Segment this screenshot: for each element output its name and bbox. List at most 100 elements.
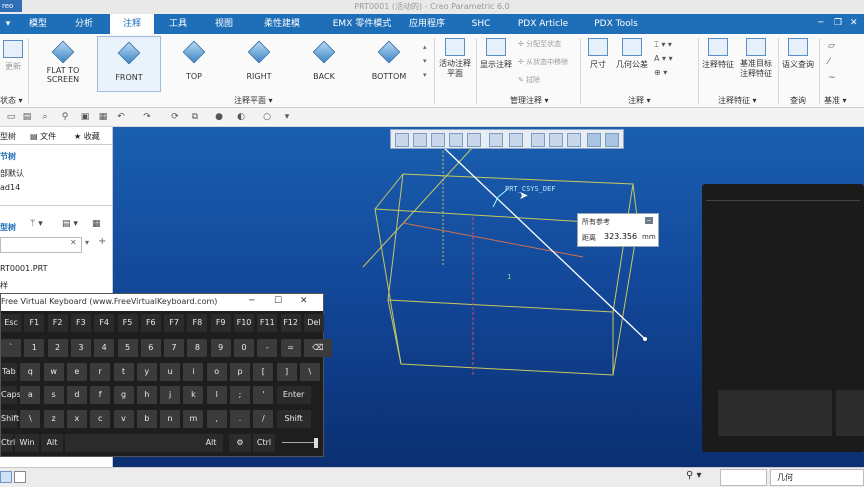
repaint-icon[interactable]: [449, 133, 463, 147]
key[interactable]: \: [20, 410, 41, 428]
key[interactable]: t: [113, 363, 134, 381]
dimension-button[interactable]: 尺寸: [584, 38, 612, 70]
key[interactable]: w: [43, 363, 64, 381]
save-icon[interactable]: ▦: [98, 112, 108, 122]
key[interactable]: z: [43, 410, 64, 428]
update-button[interactable]: 更新: [2, 40, 24, 72]
tree-filter-icon[interactable]: ▦: [92, 219, 101, 229]
customize-icon[interactable]: ▾: [282, 112, 292, 122]
key[interactable]: 9: [210, 339, 231, 357]
root-part-item[interactable]: RT0001.PRT: [0, 264, 47, 273]
toggle-navigator-icon[interactable]: [0, 471, 12, 483]
regenerate-icon[interactable]: ⟳: [170, 112, 180, 122]
key[interactable]: 1: [24, 339, 45, 357]
selection-filter-dropdown[interactable]: 几何: [770, 469, 864, 486]
style-icon[interactable]: ◐: [236, 112, 246, 122]
view-bottom-button[interactable]: BOTTOM: [358, 36, 420, 90]
semantic-query-button[interactable]: 语义查询: [780, 38, 816, 70]
view-manager-icon[interactable]: [509, 133, 523, 147]
key[interactable]: Enter: [276, 386, 311, 404]
measure-toggle-icon[interactable]: [605, 133, 619, 147]
key[interactable]: F6: [140, 314, 161, 332]
tab-folder-browser[interactable]: ▤ 文件: [30, 131, 56, 142]
remove-from-state-item[interactable]: ✢ 从状态中移除: [518, 57, 568, 67]
view-right-button[interactable]: RIGHT: [228, 36, 290, 90]
tab-view[interactable]: 视图: [202, 14, 246, 34]
tab-pdx-article[interactable]: PDX Article: [508, 14, 578, 34]
windows-icon[interactable]: ⧉: [190, 112, 200, 122]
key[interactable]: Alt: [41, 434, 63, 452]
key[interactable]: ⚙: [229, 434, 251, 452]
keyboard-opacity-slider[interactable]: [279, 434, 321, 452]
key[interactable]: Alt: [199, 434, 223, 452]
key[interactable]: ,: [206, 410, 227, 428]
key[interactable]: ⌫: [303, 339, 332, 357]
collapse-icon[interactable]: −: [645, 217, 653, 224]
tab-model[interactable]: 模型: [18, 14, 58, 34]
key[interactable]: a: [20, 386, 41, 404]
key[interactable]: 7: [164, 339, 185, 357]
key[interactable]: Shift: [276, 410, 311, 428]
view-flat-to-screen-button[interactable]: FLAT TO SCREEN: [32, 36, 94, 90]
key[interactable]: F2: [47, 314, 68, 332]
key[interactable]: Esc: [1, 314, 21, 332]
annotation-feature-button[interactable]: 注释特征: [701, 38, 735, 70]
key[interactable]: 3: [70, 339, 91, 357]
key[interactable]: n: [160, 410, 181, 428]
key[interactable]: \: [299, 363, 320, 381]
tab-pdx-tools[interactable]: PDX Tools: [584, 14, 648, 34]
toggle-browser-icon[interactable]: [14, 471, 26, 483]
datum-target-feature-button[interactable]: 基准目标注释特征: [738, 38, 774, 79]
spin-center-icon[interactable]: [587, 133, 601, 147]
close-icon[interactable]: ✕: [850, 17, 860, 29]
view-gallery-scroll[interactable]: ▴ ▾ ▾: [423, 40, 431, 86]
binoculars-icon[interactable]: ⚲: [60, 112, 70, 122]
key[interactable]: Del: [303, 314, 324, 332]
tree-settings-icon[interactable]: ᛘ ▾: [30, 219, 43, 229]
key[interactable]: F3: [70, 314, 91, 332]
annotation-display-icon[interactable]: [567, 133, 581, 147]
key[interactable]: s: [43, 386, 64, 404]
key[interactable]: [: [253, 363, 274, 381]
new-icon[interactable]: ▭: [6, 112, 16, 122]
display-icon[interactable]: ○: [262, 112, 272, 122]
key[interactable]: ]: [276, 363, 297, 381]
tab-annotate[interactable]: 注释: [110, 14, 154, 34]
tab-analysis[interactable]: 分析: [62, 14, 106, 34]
tab-tools[interactable]: 工具: [158, 14, 198, 34]
key[interactable]: Ctrl: [253, 434, 275, 452]
key[interactable]: x: [66, 410, 87, 428]
print-icon[interactable]: ▣: [80, 112, 90, 122]
file-menu-button[interactable]: ▾: [0, 14, 16, 34]
saved-orientations-icon[interactable]: [489, 133, 503, 147]
key[interactable]: o: [206, 363, 227, 381]
key[interactable]: d: [66, 386, 87, 404]
key[interactable]: y: [136, 363, 157, 381]
zoom-in-icon[interactable]: [413, 133, 427, 147]
tab-shc[interactable]: SHC: [462, 14, 500, 34]
key[interactable]: Tab: [1, 363, 17, 381]
zoom-out-icon[interactable]: [431, 133, 445, 147]
overlay-tile[interactable]: [718, 390, 832, 436]
tab-emx[interactable]: EMX 零件模式: [318, 14, 406, 34]
key[interactable]: 6: [140, 339, 161, 357]
show-annotation-button[interactable]: 显示注释: [480, 38, 512, 70]
key[interactable]: =: [280, 339, 301, 357]
open-icon[interactable]: ▤: [22, 112, 32, 122]
key[interactable]: F10: [234, 314, 254, 332]
key[interactable]: F11: [257, 314, 278, 332]
key[interactable]: `: [1, 339, 21, 357]
keyboard-close-icon[interactable]: ✕: [300, 296, 308, 306]
clear-search-icon[interactable]: ✕: [70, 238, 77, 247]
key[interactable]: k: [183, 386, 204, 404]
key[interactable]: 2: [47, 339, 68, 357]
tab-favorites[interactable]: ★ 收藏: [74, 131, 100, 142]
key[interactable]: p: [230, 363, 250, 381]
key[interactable]: F8: [187, 314, 208, 332]
refit-icon[interactable]: [395, 133, 409, 147]
tab-model-tree[interactable]: 型树: [0, 131, 16, 142]
key[interactable]: ': [253, 386, 274, 404]
key[interactable]: v: [113, 410, 134, 428]
key[interactable]: Ctrl: [1, 434, 15, 452]
key[interactable]: f: [90, 386, 111, 404]
